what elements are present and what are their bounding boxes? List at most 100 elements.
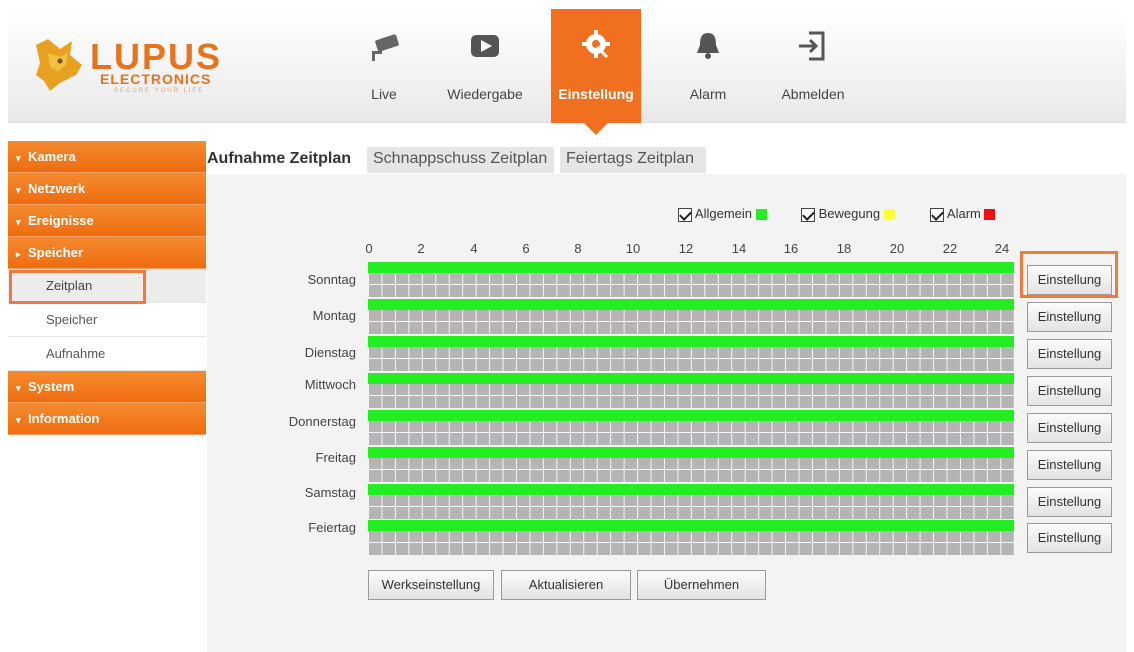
chevron-down-icon: ▾ <box>16 383 21 393</box>
sidebar-item-aufnahme[interactable]: Aufnahme <box>8 337 206 371</box>
schedule-row-mittwoch[interactable] <box>368 373 1014 410</box>
schedule-row-feiertag[interactable] <box>368 520 1014 557</box>
hour-tick: 6 <box>522 241 530 256</box>
active-indicator-arrow <box>584 123 608 135</box>
sidebar-item-information[interactable]: ▾ Information <box>8 403 206 435</box>
legend-allgemein: Allgemein <box>678 206 767 224</box>
einstellung-button-feiertag[interactable]: Einstellung <box>1027 523 1112 553</box>
schedule-row-dienstag[interactable] <box>368 336 1014 373</box>
play-icon <box>471 35 499 57</box>
schedule-cells[interactable] <box>368 458 1014 482</box>
gear-icon <box>582 30 610 58</box>
nav-label: Alarm <box>689 86 727 102</box>
chevron-down-icon: ▾ <box>16 415 21 425</box>
checkbox-alarm[interactable] <box>930 207 944 222</box>
red-swatch <box>984 209 996 221</box>
aktualisieren-button[interactable]: Aktualisieren <box>501 570 631 600</box>
wolf-logo-icon <box>36 39 82 91</box>
schedule-cells[interactable] <box>368 495 1014 519</box>
uebernehmen-button[interactable]: Übernehmen <box>637 570 766 600</box>
nav-live[interactable]: Live <box>356 9 412 123</box>
brand-name: LUPUS <box>90 36 223 77</box>
yellow-swatch <box>883 209 895 221</box>
sidebar-item-speicher-sub[interactable]: Speicher <box>8 303 206 337</box>
legend-alarm: Alarm <box>930 206 996 224</box>
highlight-zeitplan <box>9 270 146 304</box>
hour-tick: 10 <box>625 241 641 256</box>
chevron-down-icon: ▾ <box>16 217 21 227</box>
hour-tick: 18 <box>836 241 852 256</box>
schedule-bar <box>368 447 1014 458</box>
brand-sub: ELECTRONICS <box>100 71 212 87</box>
schedule-cells[interactable] <box>368 347 1014 371</box>
schedule-row-samstag[interactable] <box>368 484 1014 521</box>
werkseinstellung-button[interactable]: Werkseinstellung <box>368 570 494 600</box>
camera-icon <box>372 34 399 61</box>
lupus-logo: LUPUS ELECTRONICS SECURE YOUR LIFE <box>30 35 230 95</box>
logout-icon <box>799 31 825 61</box>
hour-tick: 0 <box>365 241 373 256</box>
sidebar-item-kamera[interactable]: ▾ Kamera <box>8 141 206 173</box>
einstellung-button-mittwoch[interactable]: Einstellung <box>1027 376 1112 406</box>
nav-alarm[interactable]: Alarm <box>678 9 738 123</box>
sidebar-item-speicher[interactable]: ▸ Speicher <box>8 237 206 269</box>
schedule-row-sonntag[interactable] <box>368 262 1014 299</box>
day-label-montag: Montag <box>312 308 356 323</box>
schedule-bar <box>368 262 1014 273</box>
tab-aufnahme-zeitplan[interactable]: Aufnahme Zeitplan <box>207 147 365 173</box>
day-label-dienstag: Dienstag <box>304 345 356 360</box>
hour-tick: 8 <box>574 241 582 256</box>
einstellung-button-montag[interactable]: Einstellung <box>1027 302 1112 332</box>
day-label-freitag: Freitag <box>315 450 356 465</box>
schedule-row-donnerstag[interactable] <box>368 410 1014 447</box>
chevron-down-icon: ▾ <box>16 153 21 163</box>
hour-tick: 12 <box>678 241 694 256</box>
schedule-bar <box>368 299 1014 310</box>
day-label-feiertag: Feiertag <box>308 520 356 535</box>
sidebar-item-ereignisse[interactable]: ▾ Ereignisse <box>8 205 206 237</box>
day-label-donnerstag: Donnerstag <box>288 414 356 429</box>
top-header: LUPUS ELECTRONICS SECURE YOUR LIFE Live … <box>8 9 1126 135</box>
hour-tick: 20 <box>889 241 905 256</box>
einstellung-button-dienstag[interactable]: Einstellung <box>1027 339 1112 369</box>
einstellung-button-freitag[interactable]: Einstellung <box>1027 450 1112 480</box>
schedule-bar <box>368 520 1014 531</box>
checkbox-bewegung[interactable] <box>801 207 815 222</box>
chevron-right-icon: ▸ <box>16 249 21 259</box>
sidebar-item-system[interactable]: ▾ System <box>8 371 206 403</box>
einstellung-button-samstag[interactable]: Einstellung <box>1027 487 1112 517</box>
day-label-sonntag: Sonntag <box>307 272 356 287</box>
schedule-bar <box>368 484 1014 495</box>
legend-bewegung: Bewegung <box>801 206 895 224</box>
nav-wiedergabe[interactable]: Wiedergabe <box>445 9 525 123</box>
schedule-cells[interactable] <box>368 273 1014 297</box>
day-label-samstag: Samstag <box>304 485 356 500</box>
schedule-cells[interactable] <box>368 310 1014 334</box>
nav-abmelden[interactable]: Abmelden <box>773 9 853 123</box>
sidebar-item-netzwerk[interactable]: ▾ Netzwerk <box>8 173 206 205</box>
checkbox-allgemein[interactable] <box>678 207 692 222</box>
schedule-cells[interactable] <box>368 531 1014 555</box>
nav-label: Live <box>371 86 397 102</box>
hour-tick: 16 <box>783 241 799 256</box>
nav-einstellung[interactable]: Einstellung <box>551 9 641 135</box>
hour-tick: 22 <box>942 241 958 256</box>
bell-icon <box>697 33 719 59</box>
schedule-row-montag[interactable] <box>368 299 1014 336</box>
chevron-down-icon: ▾ <box>16 185 21 195</box>
brand-tagline: SECURE YOUR LIFE <box>114 88 205 94</box>
schedule-cells[interactable] <box>368 421 1014 445</box>
highlight-einstellung <box>1020 251 1118 298</box>
hour-tick: 4 <box>470 241 478 256</box>
nav-label: Abmelden <box>781 86 845 102</box>
schedule-bar <box>368 336 1014 347</box>
einstellung-button-donnerstag[interactable]: Einstellung <box>1027 413 1112 443</box>
tab-feiertags-zeitplan[interactable]: Feiertags Zeitplan <box>560 147 706 173</box>
tab-schnappschuss-zeitplan[interactable]: Schnappschuss Zeitplan <box>367 147 554 173</box>
nav-label: Einstellung <box>558 86 634 102</box>
schedule-row-freitag[interactable] <box>368 447 1014 484</box>
hour-tick: 24 <box>994 241 1010 256</box>
schedule-bar <box>368 373 1014 384</box>
hour-tick: 2 <box>417 241 425 256</box>
schedule-cells[interactable] <box>368 384 1014 408</box>
